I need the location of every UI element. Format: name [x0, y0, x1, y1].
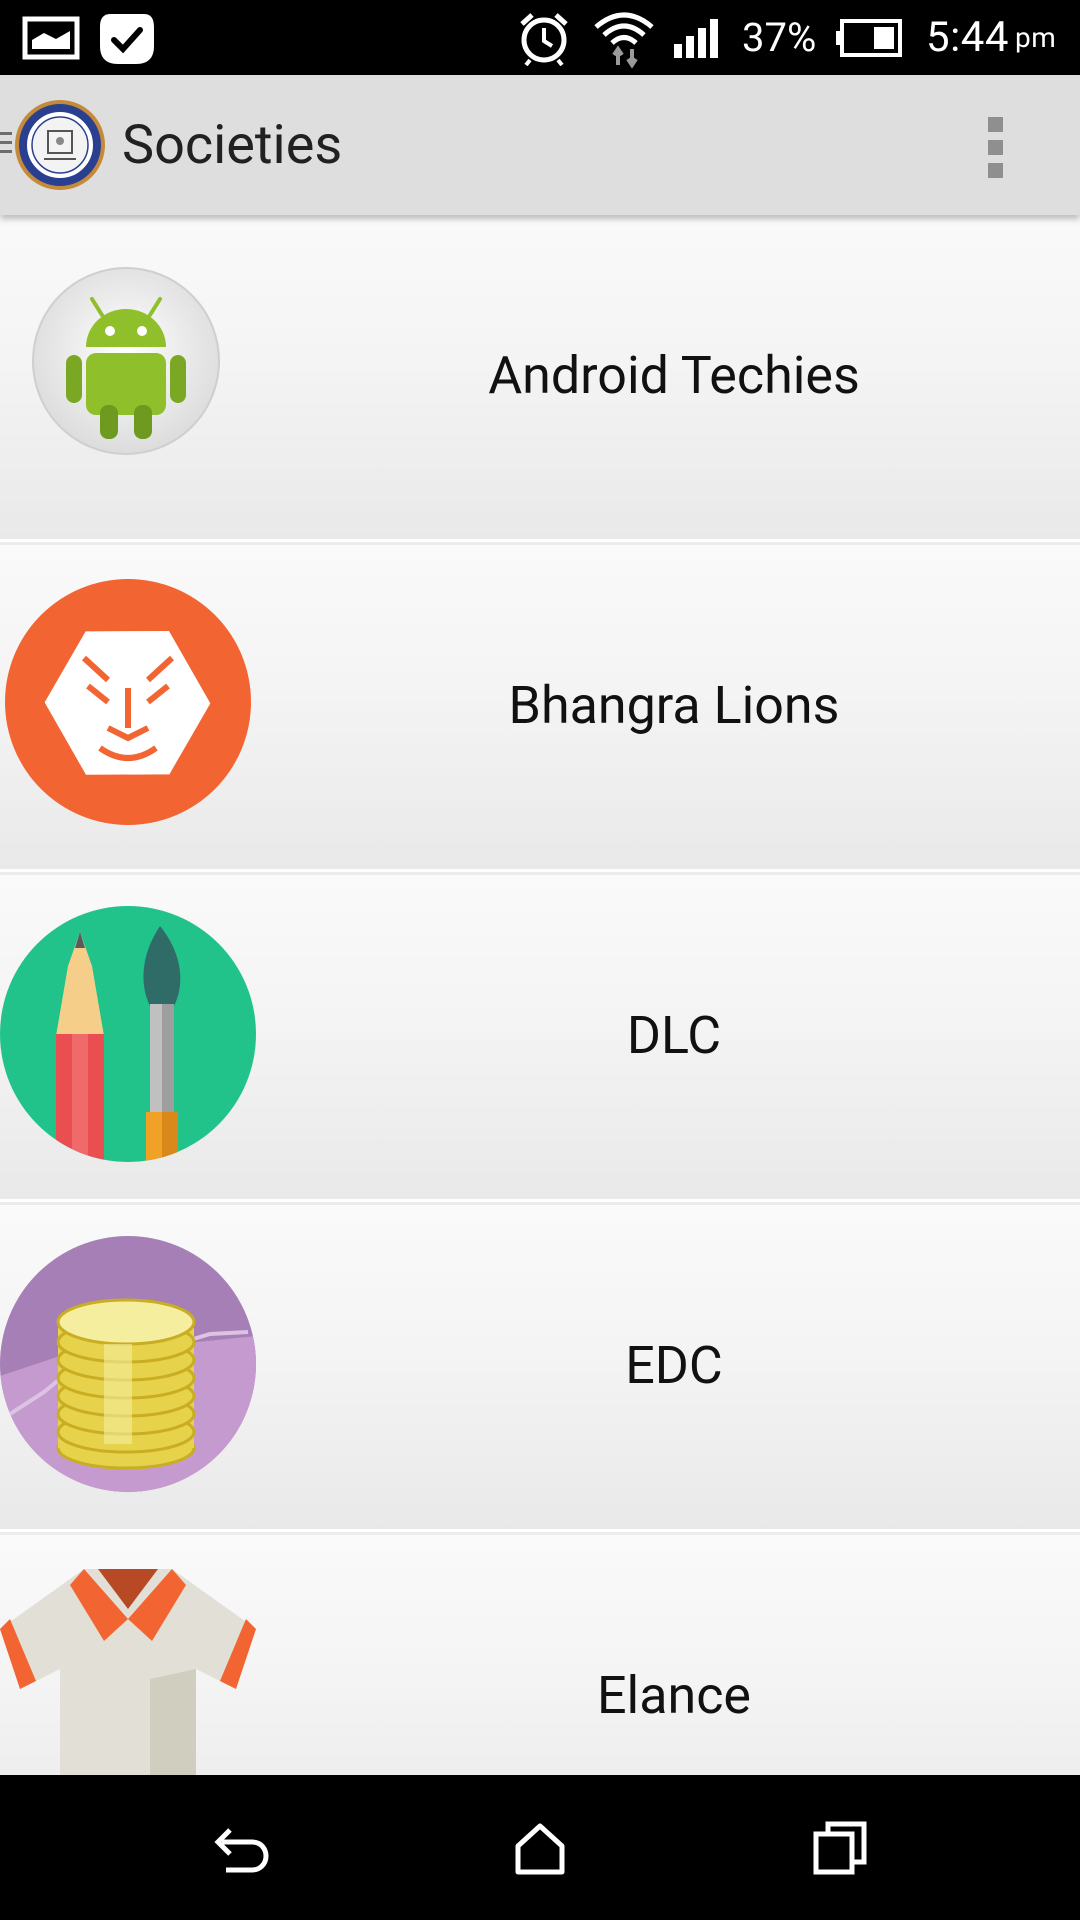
battery-icon	[834, 0, 904, 75]
society-name: Android Techies	[488, 345, 860, 406]
society-name: Elance	[597, 1665, 751, 1726]
signal-icon	[672, 0, 728, 75]
societies-list: Android Techies Bhangra Lions DLC EDC El…	[0, 215, 1080, 1775]
college-emblem-logo[interactable]	[14, 99, 106, 191]
navigation-bar	[0, 1775, 1080, 1920]
clock: 5:44 pm	[926, 0, 1056, 75]
list-item-edc[interactable]: EDC	[0, 1205, 1080, 1532]
lion-face-icon	[4, 578, 252, 826]
android-robot-icon	[30, 265, 222, 457]
society-name: DLC	[626, 1005, 722, 1066]
home-icon[interactable]	[480, 1775, 600, 1920]
coin-stack-icon	[0, 1236, 256, 1492]
battery-percent: 37%	[742, 14, 817, 61]
polo-shirt-icon	[0, 1569, 256, 1775]
drawer-indicator-icon[interactable]	[0, 132, 12, 159]
task-check-icon	[96, 0, 156, 75]
society-name: Bhangra Lions	[508, 675, 840, 736]
society-name: EDC	[625, 1335, 723, 1396]
clock-ampm: pm	[1015, 21, 1057, 54]
recents-icon[interactable]	[780, 1775, 900, 1920]
screenshot-icon	[22, 0, 82, 75]
list-item-dlc[interactable]: DLC	[0, 875, 1080, 1202]
list-item-bhangra-lions[interactable]: Bhangra Lions	[0, 545, 1080, 872]
clock-time: 5:44	[926, 13, 1009, 62]
status-bar: 37% 5:44 pm	[0, 0, 1080, 75]
back-icon[interactable]	[180, 1775, 300, 1920]
pencil-brush-icon	[0, 906, 256, 1162]
list-item-android-techies[interactable]: Android Techies	[0, 215, 1080, 542]
alarm-icon	[516, 0, 572, 75]
wifi-icon	[592, 0, 656, 75]
list-item-elance[interactable]: Elance	[0, 1535, 1080, 1775]
app-bar: Societies	[0, 75, 1080, 215]
overflow-menu-icon[interactable]	[988, 117, 1004, 179]
page-title: Societies	[122, 113, 343, 177]
